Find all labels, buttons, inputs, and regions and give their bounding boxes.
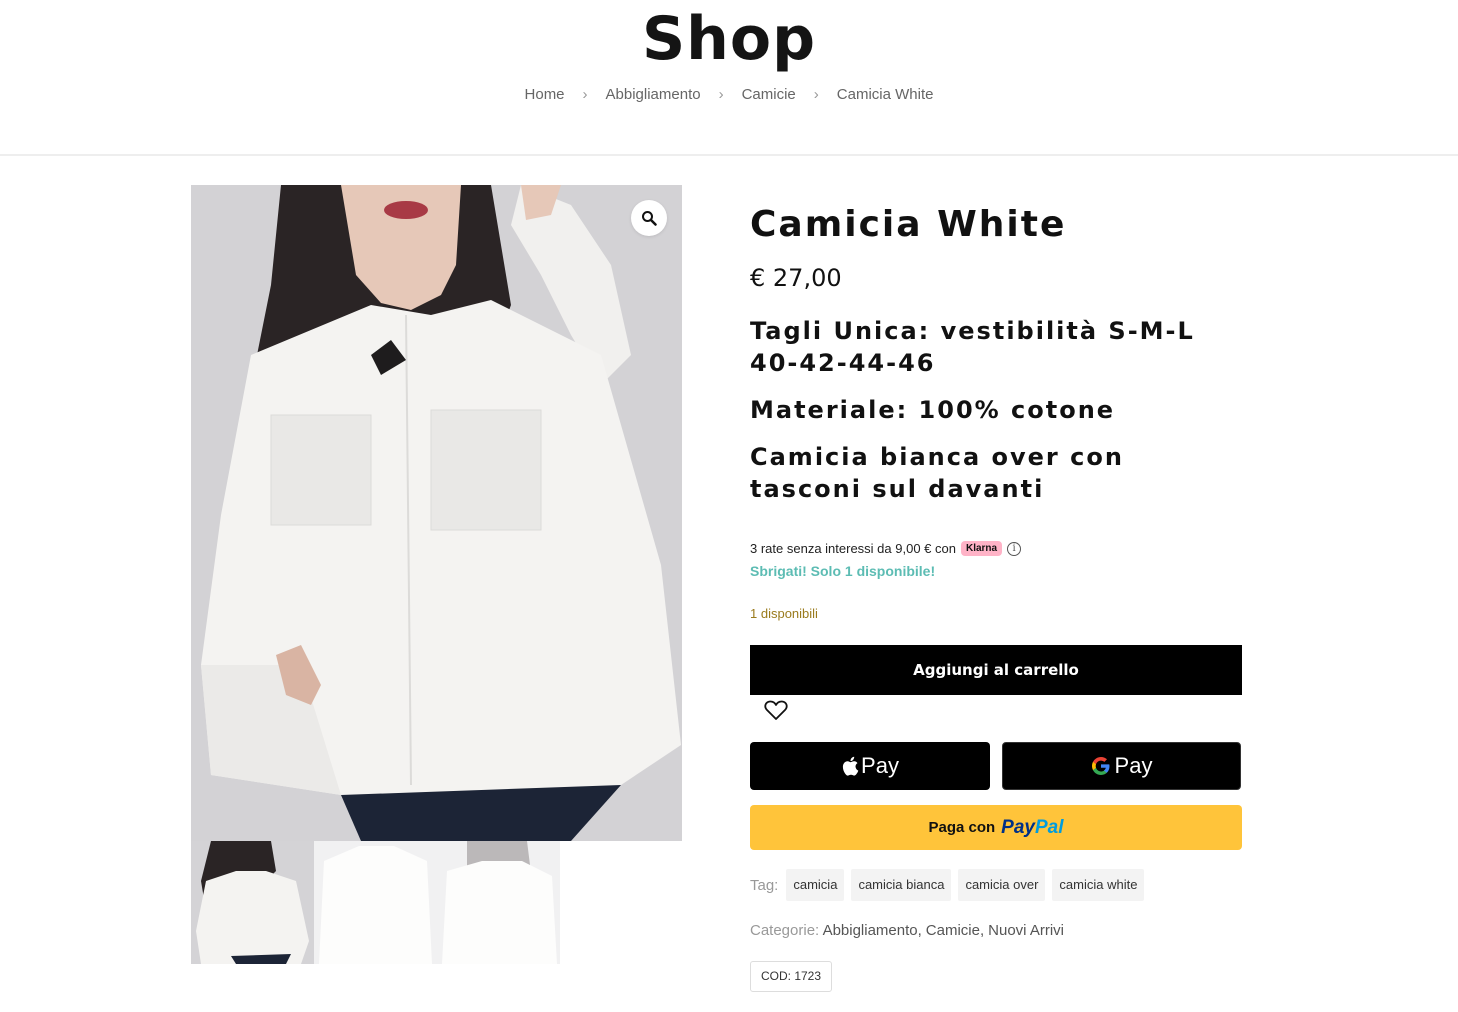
chevron-right-icon: › (718, 86, 724, 103)
paypal-button[interactable]: Paga con PayPal (750, 805, 1242, 850)
info-icon[interactable]: i (1007, 541, 1022, 556)
tag-link[interactable]: camicia (786, 869, 845, 901)
apple-icon (842, 756, 859, 776)
klarna-badge: Klarna (960, 541, 1003, 556)
category-link[interactable]: Nuovi Arrivi (988, 922, 1064, 939)
tag-link[interactable]: camicia over (958, 869, 1046, 901)
category-link[interactable]: Abbigliamento (823, 922, 918, 939)
thumbnail-photo (314, 841, 437, 964)
product-categories: Categorie: Abbigliamento, Camicie, Nuovi A… (750, 922, 1065, 939)
apple-pay-label: Pay (861, 753, 899, 778)
product-photo (191, 185, 682, 841)
thumbnail-3[interactable] (437, 841, 560, 964)
description-material: Materiale: 100% cotone (750, 396, 1116, 424)
breadcrumb-camicie[interactable]: Camicie (742, 86, 796, 103)
page-title: Shop (641, 4, 817, 74)
product-title: Camicia White (750, 204, 1067, 245)
thumbnail-1[interactable] (191, 841, 314, 964)
product-main-image[interactable] (191, 185, 682, 841)
breadcrumb: Home › Abbigliamento › Camicie › Camicia… (0, 86, 1458, 103)
tags-label: Tag: (750, 876, 779, 894)
breadcrumb-current: Camicia White (836, 86, 934, 103)
description-sizes: Tagli Unica: vestibilità S-M-L 40-42-44-… (750, 317, 1195, 377)
tag-link[interactable]: camicia white (1052, 869, 1145, 901)
product-tags: Tag: camicia camicia bianca camicia over… (750, 869, 1151, 901)
categories-label: Categorie: (750, 922, 820, 939)
google-icon (1091, 757, 1110, 775)
google-pay-label: Pay (1114, 753, 1153, 778)
product-price: € 27,00 (750, 264, 842, 292)
breadcrumb-home[interactable]: Home (525, 86, 565, 103)
stock-status: 1 disponibili (750, 606, 818, 621)
google-pay-button[interactable]: Pay (1002, 742, 1241, 790)
klarna-installments: 3 rate senza interessi da 9,00 € con Kla… (750, 541, 1022, 556)
page-header: Shop Home › Abbigliamento › Camicie › Ca… (0, 0, 1458, 156)
apple-pay-button[interactable]: Pay (750, 742, 990, 790)
thumbnail-photo (437, 841, 560, 964)
chevron-right-icon: › (813, 86, 819, 103)
urgency-message: Sbrigati! Solo 1 disponibile! (750, 563, 936, 579)
paypal-logo: PayPal (1001, 816, 1064, 838)
paypal-prefix: Paga con (928, 819, 996, 836)
thumbnail-2[interactable] (314, 841, 437, 964)
heart-icon[interactable] (764, 699, 788, 721)
breadcrumb-abbigliamento[interactable]: Abbigliamento (606, 86, 701, 103)
description-style: Camicia bianca over con tasconi sul dava… (750, 443, 1124, 503)
product-sku: COD: 1723 (750, 961, 833, 992)
add-to-cart-button[interactable]: Aggiungi al carrello (750, 645, 1242, 695)
chevron-right-icon: › (582, 86, 588, 103)
klarna-text: 3 rate senza interessi da 9,00 € con (750, 541, 956, 556)
zoom-button[interactable] (631, 200, 667, 236)
tag-link[interactable]: camicia bianca (851, 869, 952, 901)
magnifier-icon (642, 211, 657, 226)
thumbnail-photo (191, 841, 314, 964)
category-link[interactable]: Camicie (926, 922, 980, 939)
